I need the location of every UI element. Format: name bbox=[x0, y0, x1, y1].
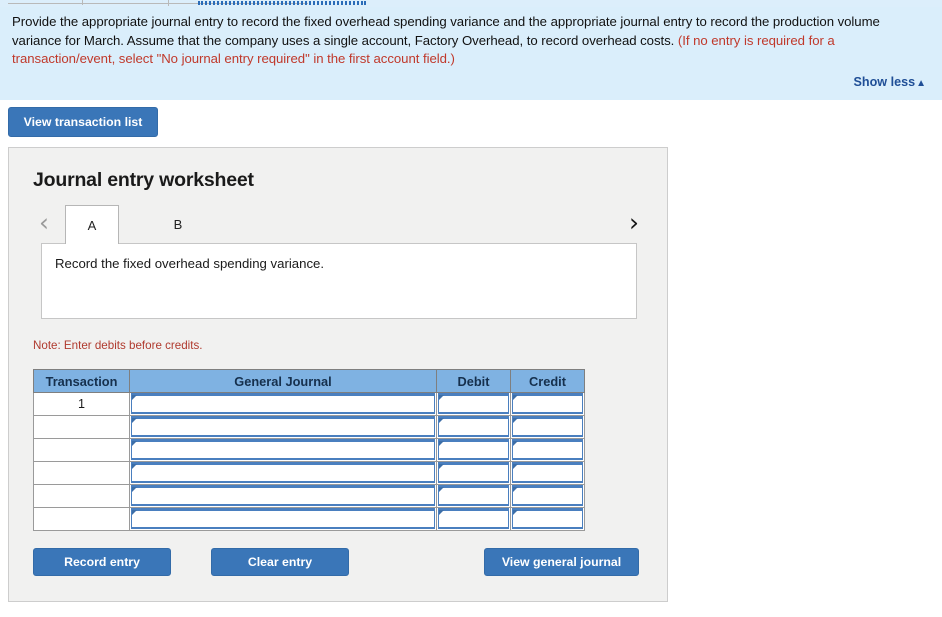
instruction-banner: Provide the appropriate journal entry to… bbox=[0, 7, 942, 100]
account-select-input[interactable] bbox=[131, 439, 435, 460]
general-journal-cell bbox=[129, 507, 437, 531]
general-journal-cell bbox=[129, 461, 437, 485]
record-entry-button[interactable]: Record entry bbox=[33, 548, 171, 576]
transaction-number-cell: 1 bbox=[33, 392, 130, 416]
account-select-input[interactable] bbox=[131, 508, 435, 529]
transaction-number-cell bbox=[33, 507, 130, 531]
debit-cell bbox=[436, 392, 511, 416]
show-less-label: Show less bbox=[853, 75, 916, 89]
record-entry-label: Record entry bbox=[64, 555, 140, 569]
debit-cell bbox=[436, 507, 511, 531]
table-row bbox=[33, 461, 585, 485]
triangle-up-icon: ▲ bbox=[916, 78, 926, 89]
worksheet-description-box: Record the fixed overhead spending varia… bbox=[41, 243, 637, 319]
credit-cell bbox=[510, 415, 585, 439]
credit-amount-input[interactable] bbox=[512, 508, 583, 529]
transaction-number-cell bbox=[33, 484, 130, 508]
account-select-input[interactable] bbox=[131, 485, 435, 506]
transaction-number-cell bbox=[33, 461, 130, 485]
debit-cell bbox=[436, 438, 511, 462]
artifact-tick-right bbox=[168, 0, 169, 6]
account-select-input[interactable] bbox=[131, 393, 435, 414]
view-transaction-list-button[interactable]: View transaction list bbox=[8, 107, 158, 137]
journal-entry-table: Transaction General Journal Debit Credit… bbox=[33, 369, 585, 531]
table-body: 1 bbox=[33, 392, 585, 531]
column-header-credit: Credit bbox=[510, 369, 585, 393]
credit-amount-input[interactable] bbox=[512, 485, 583, 506]
table-row: 1 bbox=[33, 392, 585, 416]
debit-amount-input[interactable] bbox=[438, 462, 509, 483]
transaction-number-cell bbox=[33, 438, 130, 462]
clear-entry-button[interactable]: Clear entry bbox=[211, 548, 349, 576]
table-row bbox=[33, 507, 585, 531]
table-row bbox=[33, 438, 585, 462]
debit-cell bbox=[436, 415, 511, 439]
debit-amount-input[interactable] bbox=[438, 393, 509, 414]
tab-b[interactable]: B bbox=[151, 205, 205, 244]
clear-entry-label: Clear entry bbox=[247, 555, 313, 569]
chevron-left-icon[interactable]: ‹ bbox=[33, 209, 55, 239]
account-select-input[interactable] bbox=[131, 416, 435, 437]
credit-cell bbox=[510, 507, 585, 531]
column-header-general-journal: General Journal bbox=[129, 369, 437, 393]
column-header-transaction: Transaction bbox=[33, 369, 130, 393]
show-less-link[interactable]: Show less▲ bbox=[854, 75, 927, 89]
view-general-journal-button[interactable]: View general journal bbox=[484, 548, 639, 576]
credit-cell bbox=[510, 484, 585, 508]
column-header-debit: Debit bbox=[436, 369, 511, 393]
instruction-text: Provide the appropriate journal entry to… bbox=[12, 13, 930, 69]
worksheet-description-text: Record the fixed overhead spending varia… bbox=[55, 256, 325, 271]
table-row bbox=[33, 415, 585, 439]
tab-a-label: A bbox=[87, 217, 97, 233]
general-journal-cell bbox=[129, 484, 437, 508]
artifact-tick-left bbox=[82, 0, 83, 5]
credit-cell bbox=[510, 392, 585, 416]
table-row bbox=[33, 484, 585, 508]
credit-amount-input[interactable] bbox=[512, 462, 583, 483]
credit-amount-input[interactable] bbox=[512, 416, 583, 437]
tab-b-label: B bbox=[173, 217, 183, 232]
worksheet-tab-strip: ‹ A B › bbox=[33, 205, 645, 244]
debits-before-credits-note: Note: Enter debits before credits. bbox=[33, 339, 203, 352]
debit-amount-input[interactable] bbox=[438, 439, 509, 460]
tab-a[interactable]: A bbox=[65, 205, 119, 244]
journal-entry-worksheet-panel: Journal entry worksheet ‹ A B › Record t… bbox=[8, 147, 668, 602]
transaction-number-cell bbox=[33, 415, 130, 439]
chevron-right-icon[interactable]: › bbox=[623, 209, 645, 239]
debit-cell bbox=[436, 484, 511, 508]
credit-amount-input[interactable] bbox=[512, 439, 583, 460]
view-transaction-list-label: View transaction list bbox=[23, 115, 143, 129]
credit-amount-input[interactable] bbox=[512, 393, 583, 414]
credit-cell bbox=[510, 461, 585, 485]
page-root: Provide the appropriate journal entry to… bbox=[0, 0, 942, 617]
debit-amount-input[interactable] bbox=[438, 508, 509, 529]
table-header-row: Transaction General Journal Debit Credit bbox=[33, 369, 585, 393]
general-journal-cell bbox=[129, 415, 437, 439]
debit-amount-input[interactable] bbox=[438, 485, 509, 506]
selection-outline-artifact bbox=[198, 1, 366, 5]
account-select-input[interactable] bbox=[131, 462, 435, 483]
debit-cell bbox=[436, 461, 511, 485]
credit-cell bbox=[510, 438, 585, 462]
general-journal-cell bbox=[129, 392, 437, 416]
view-general-journal-label: View general journal bbox=[501, 555, 622, 569]
general-journal-cell bbox=[129, 438, 437, 462]
debit-amount-input[interactable] bbox=[438, 416, 509, 437]
panel-title: Journal entry worksheet bbox=[33, 169, 254, 191]
